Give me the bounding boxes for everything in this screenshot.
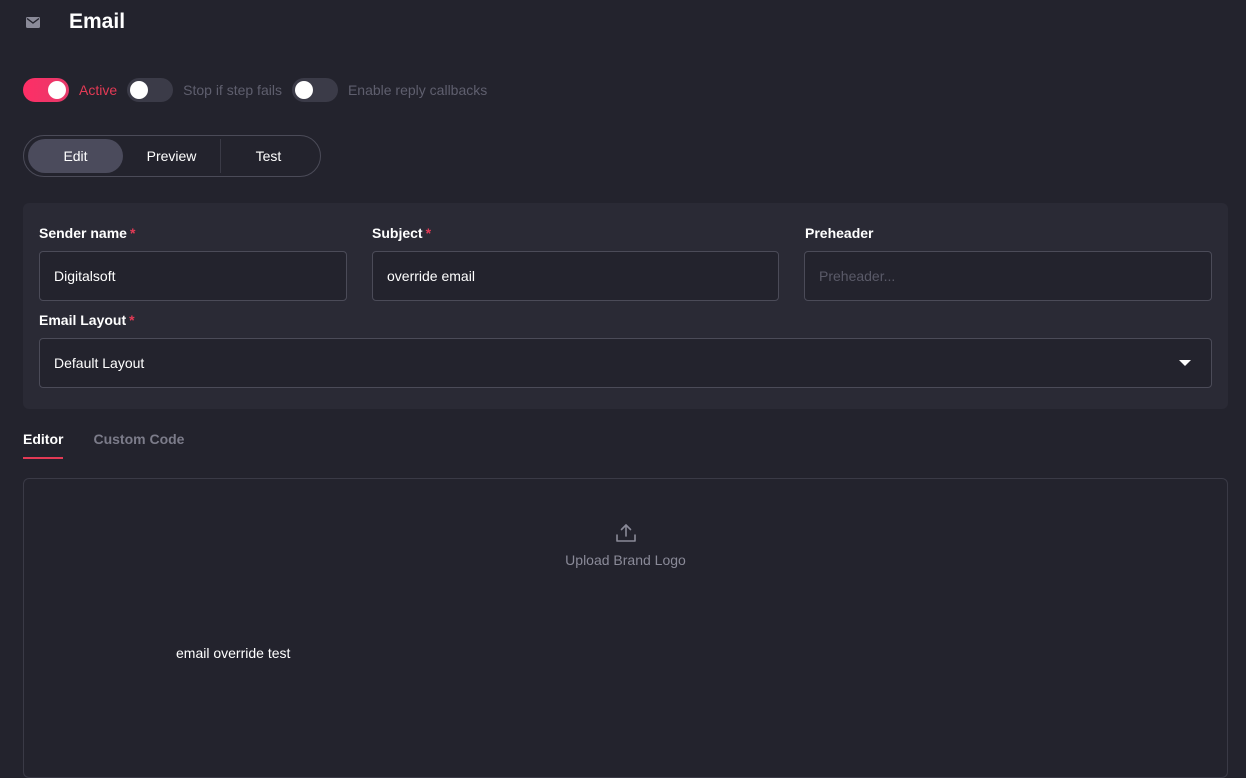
email-layout-select[interactable]: Default Layout <box>39 338 1212 388</box>
upload-icon <box>614 521 638 545</box>
active-toggle-label: Active <box>79 82 118 98</box>
preheader-input[interactable]: Preheader... <box>804 251 1212 301</box>
switch-knob <box>130 81 149 99</box>
tab-editor[interactable]: Editor <box>23 431 64 459</box>
subject-input[interactable]: override email <box>372 251 779 301</box>
tab-test[interactable]: Test <box>221 139 316 173</box>
mail-icon <box>24 13 42 31</box>
tab-edit[interactable]: Edit <box>28 139 124 173</box>
stop-if-step-fails-toggle[interactable]: Stop if step fails <box>127 78 282 102</box>
editor-tabs: Editor Custom Code <box>23 431 184 459</box>
required-marker: * <box>425 225 432 241</box>
required-marker: * <box>129 225 136 241</box>
page-title: Email <box>69 10 126 33</box>
active-switch[interactable] <box>23 78 69 102</box>
sender-name-label-text: Sender name <box>39 225 127 241</box>
subject-label: Subject * <box>372 225 431 241</box>
settings-toggles: Active Stop if step fails Enable reply c… <box>23 78 487 102</box>
upload-brand-logo-label: Upload Brand Logo <box>565 552 686 568</box>
preheader-label: Preheader <box>805 225 874 241</box>
chevron-down-icon <box>1179 360 1191 366</box>
enable-reply-callbacks-label: Enable reply callbacks <box>347 82 488 98</box>
active-toggle[interactable]: Active <box>23 78 117 102</box>
tab-custom-code[interactable]: Custom Code <box>93 431 184 459</box>
email-editor[interactable]: Upload Brand Logo email override test <box>23 478 1228 778</box>
upload-brand-logo-button[interactable]: Upload Brand Logo <box>24 521 1227 568</box>
enable-reply-callbacks-toggle[interactable]: Enable reply callbacks <box>291 78 488 102</box>
email-layout-label: Email Layout * <box>39 312 135 328</box>
editor-content-text[interactable]: email override test <box>176 645 290 661</box>
email-layout-value: Default Layout <box>54 355 145 371</box>
tab-preview[interactable]: Preview <box>123 139 220 173</box>
sender-name-label: Sender name * <box>39 225 135 241</box>
enable-reply-callbacks-switch[interactable] <box>291 78 338 102</box>
email-settings-card: Sender name * Digitalsoft Subject * overri… <box>23 203 1228 409</box>
switch-knob <box>294 81 313 99</box>
stop-if-step-fails-switch[interactable] <box>127 78 174 102</box>
page-header: Email <box>24 6 125 38</box>
mode-tabs: Edit Preview Test <box>23 135 321 177</box>
switch-knob <box>48 81 66 99</box>
required-marker: * <box>129 312 135 328</box>
email-layout-label-text: Email Layout <box>39 312 127 328</box>
stop-if-step-fails-label: Stop if step fails <box>183 82 282 98</box>
subject-label-text: Subject <box>372 225 423 241</box>
sender-name-input[interactable]: Digitalsoft <box>39 251 347 301</box>
